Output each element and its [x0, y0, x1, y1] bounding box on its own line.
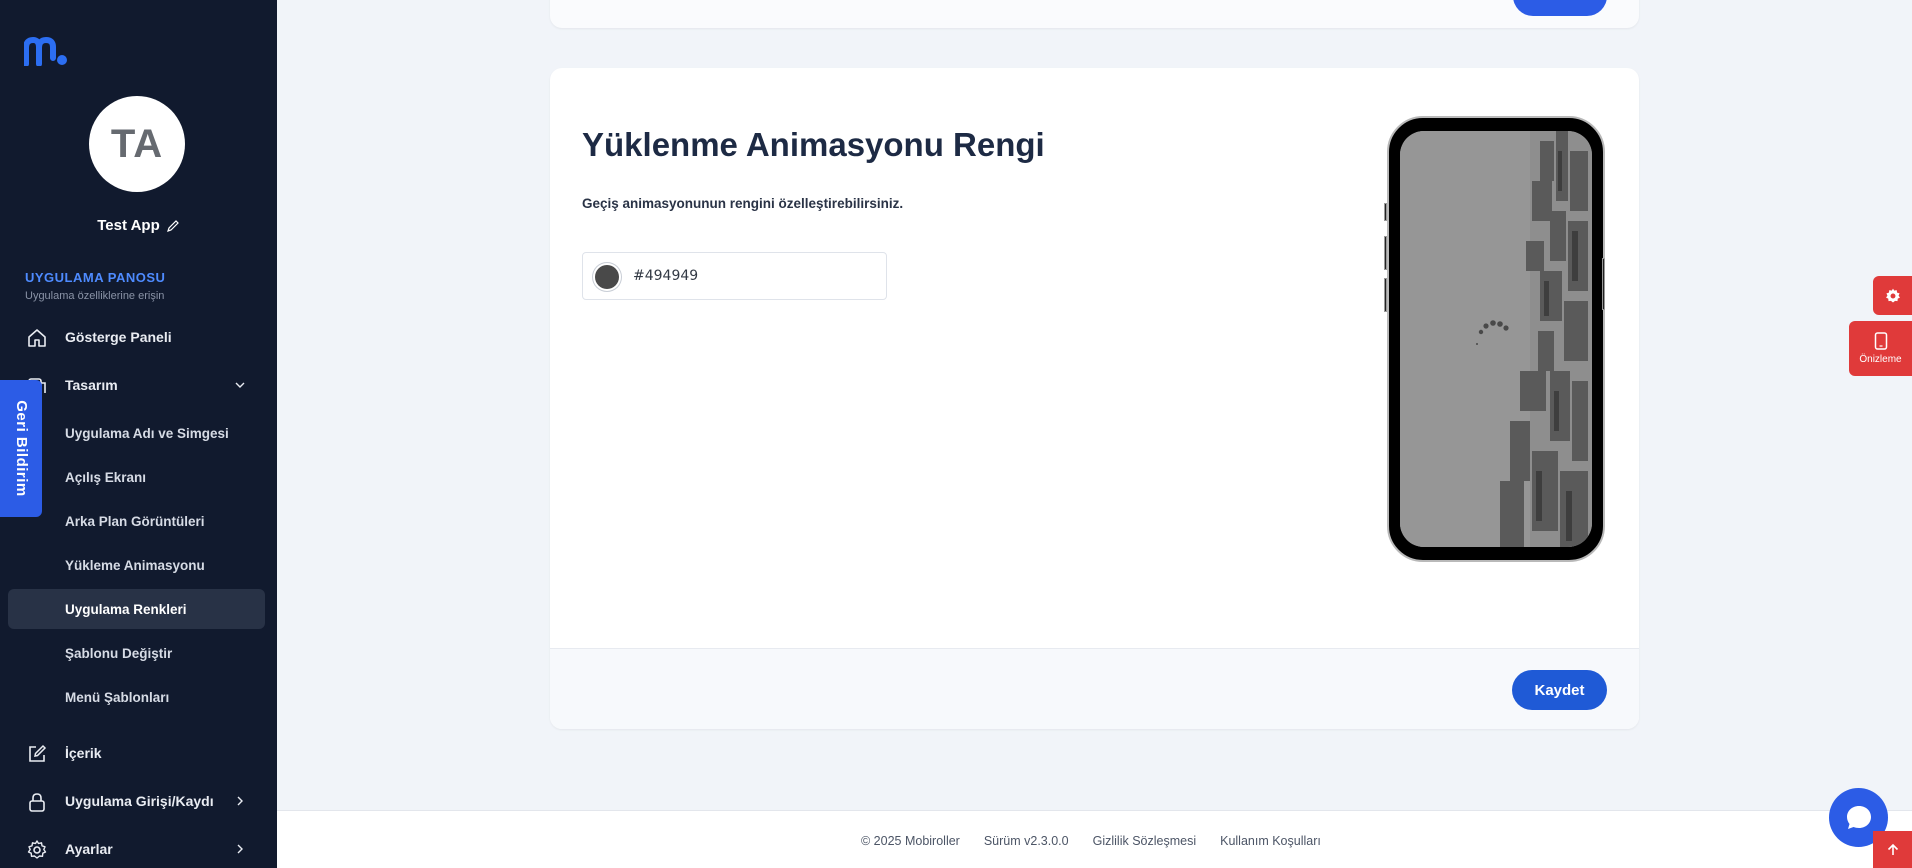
app-name[interactable]: Test App	[0, 217, 277, 234]
save-button[interactable]: Kaydet	[1512, 670, 1607, 710]
card-footer: Kaydet	[550, 648, 1639, 729]
scroll-top-button[interactable]	[1873, 831, 1912, 868]
phone-side-button	[1384, 236, 1387, 270]
preview-float-button[interactable]: Önizleme	[1849, 321, 1912, 376]
sidebar-item-label: İçerik	[65, 745, 102, 761]
page-footer: © 2025 Mobiroller Sürüm v2.3.0.0 Gizlili…	[277, 810, 1912, 868]
sidebar-subitem-app-name-icon[interactable]: Uygulama Adı ve Simgesi	[8, 413, 265, 453]
feedback-tab[interactable]: Geri Bildirim	[0, 380, 42, 517]
phone-side-button	[1384, 278, 1387, 312]
sidebar-subitem-splash-screen[interactable]: Açılış Ekranı	[8, 457, 265, 497]
footer-copyright: © 2025 Mobiroller	[861, 834, 960, 848]
sidebar-subitem-change-template[interactable]: Şablonu Değiştir	[8, 633, 265, 673]
color-swatch[interactable]	[595, 265, 619, 289]
sidebar-item-content[interactable]: İçerik	[0, 733, 277, 773]
sidebar-item-app-login[interactable]: Uygulama Girişi/Kaydı	[0, 781, 277, 821]
lock-icon	[29, 793, 45, 812]
home-icon	[28, 329, 46, 347]
color-value: #494949	[633, 268, 699, 284]
phone-side-button	[1384, 203, 1387, 221]
app-name-label: Test App	[97, 217, 160, 234]
sidebar-subitem-loading-animation[interactable]: Yükleme Animasyonu	[8, 545, 265, 585]
phone-screen	[1400, 131, 1592, 547]
sidebar-subitem-background-images[interactable]: Arka Plan Görüntüleri	[8, 501, 265, 541]
sidebar-item-label: Ayarlar	[65, 841, 113, 857]
pencil-icon[interactable]	[166, 219, 180, 233]
settings-float-button[interactable]	[1873, 276, 1912, 315]
mobiroller-logo[interactable]	[24, 36, 68, 66]
footer-terms-link[interactable]: Kullanım Koşulları	[1220, 834, 1321, 848]
sidebar-item-label: Uygulama Girişi/Kaydı	[65, 793, 214, 809]
arrow-up-icon	[1887, 843, 1898, 855]
sidebar-subitem-app-colors[interactable]: Uygulama Renkleri	[8, 589, 265, 629]
page-description: Geçiş animasyonunun rengini özelleştireb…	[582, 196, 904, 211]
gear-icon	[27, 840, 47, 859]
phone-icon	[1874, 332, 1887, 350]
sidebar-item-settings[interactable]: Ayarlar	[0, 829, 277, 868]
chevron-right-icon	[237, 796, 243, 806]
phone-preview	[1384, 116, 1605, 562]
loading-spinner	[1476, 320, 1509, 345]
page-title: Yüklenme Animasyonu Rengi	[582, 126, 1045, 163]
footer-privacy-link[interactable]: Gizlilik Sözleşmesi	[1093, 834, 1197, 848]
sidebar-subitem-menu-templates[interactable]: Menü Şablonları	[8, 677, 265, 717]
chat-icon	[1846, 805, 1871, 829]
sidebar-item-dashboard[interactable]: Gösterge Paneli	[0, 317, 277, 357]
feedback-label: Geri Bildirim	[12, 400, 30, 497]
edit-icon	[29, 744, 47, 762]
footer-version: Sürüm v2.3.0.0	[983, 834, 1069, 848]
color-picker-input[interactable]: #494949	[582, 252, 887, 300]
chevron-right-icon	[237, 844, 243, 854]
previous-card	[550, 0, 1639, 28]
preview-label: Önizleme	[1859, 354, 1902, 365]
section-title: UYGULAMA PANOSU	[25, 270, 166, 285]
avatar[interactable]: TA	[89, 96, 185, 192]
previous-save-button[interactable]	[1513, 0, 1607, 16]
sidebar-item-label: Tasarım	[65, 377, 118, 393]
sidebar-item-label: Gösterge Paneli	[65, 329, 172, 345]
chevron-down-icon	[235, 382, 245, 388]
gear-icon	[1885, 288, 1900, 303]
section-subtitle: Uygulama özelliklerine erişin	[25, 290, 165, 302]
phone-side-button	[1602, 258, 1605, 310]
